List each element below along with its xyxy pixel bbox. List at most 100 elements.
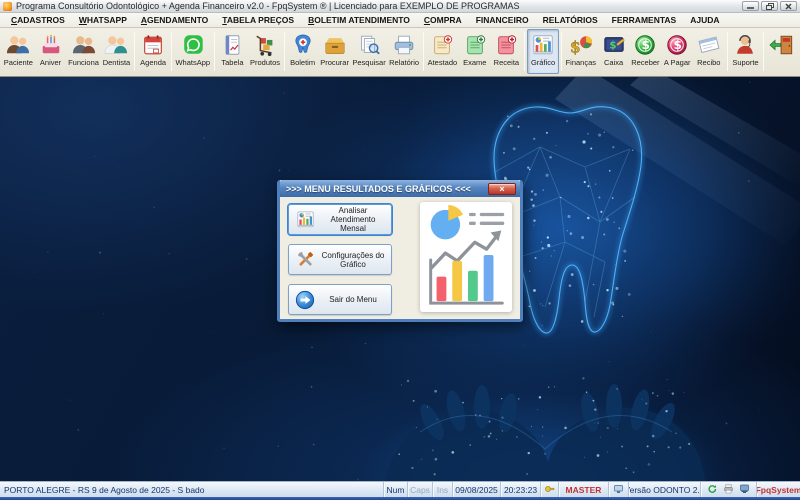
toolbar-button-funcionarios[interactable]: Funciona xyxy=(66,29,100,74)
results-graphics-dialog: >>> MENU RESULTADOS E GRÁFICOS <<< × Ana… xyxy=(277,180,523,322)
price-table-icon xyxy=(218,31,246,58)
svg-text:$: $ xyxy=(674,38,682,52)
patients-icon xyxy=(4,31,32,58)
birthday-cake-icon xyxy=(37,31,65,58)
dialog-body: Analisar Atendimento Mensal Configuraçõe… xyxy=(280,197,520,319)
support-agent-icon xyxy=(731,31,759,58)
menu-tabela-precos[interactable]: TABELA PREÇOS xyxy=(215,14,301,26)
status-user: MASTER xyxy=(559,482,609,497)
toolbar-button-dentista[interactable]: Dentista xyxy=(101,29,133,74)
toolbar-button-paciente[interactable]: Paciente xyxy=(2,29,35,74)
app-logo-icon xyxy=(3,2,12,11)
status-bar: PORTO ALEGRE - RS 9 de Agosto de 2025 - … xyxy=(0,481,800,497)
dialog-titlebar[interactable]: >>> MENU RESULTADOS E GRÁFICOS <<< × xyxy=(280,180,520,197)
exam-note-icon xyxy=(461,31,489,58)
toolbar-button-procurar[interactable]: Procurar xyxy=(318,29,350,74)
svg-text:$: $ xyxy=(642,38,650,52)
svg-text:$: $ xyxy=(609,40,616,51)
toolbar-button-tabela[interactable]: Tabela xyxy=(217,29,249,74)
crossed-tools-icon xyxy=(292,249,318,270)
svg-text:$: $ xyxy=(570,37,581,56)
toolbar-button-boletim[interactable]: Boletim xyxy=(287,29,319,74)
toolbar-separator xyxy=(727,32,728,71)
toolbar-button-a-pagar[interactable]: $ A Pagar xyxy=(661,29,693,74)
app-window: Programa Consultório Odontológico + Agen… xyxy=(0,0,800,500)
receipt-icon xyxy=(695,31,723,58)
chart-settings-button[interactable]: Configurações do Gráfico xyxy=(288,244,392,275)
menu-ajuda[interactable]: AJUDA xyxy=(683,14,726,26)
toolbar: Paciente Aniver Funciona Dentista Agenda… xyxy=(0,28,800,77)
dialog-close-button[interactable]: × xyxy=(488,183,516,195)
dentist-icon xyxy=(102,31,130,58)
search-drawer-icon xyxy=(321,31,349,58)
toolbar-separator xyxy=(171,32,172,71)
status-numlock: Num xyxy=(384,482,408,497)
menu-compra[interactable]: COMPRA xyxy=(417,14,469,26)
toolbar-button-relatorio[interactable]: Relatório xyxy=(387,29,421,74)
toolbar-button-whatsapp[interactable]: WhatsApp xyxy=(174,29,212,74)
toolbar-separator xyxy=(423,32,424,71)
close-button[interactable] xyxy=(780,1,797,11)
status-location: PORTO ALEGRE - RS 9 de Agosto de 2025 - … xyxy=(0,482,384,497)
status-brand: FpqSystem xyxy=(757,482,800,497)
menu-bar: CADASTROS WHATSAPP AGENDAMENTO TABELA PR… xyxy=(0,13,800,28)
monitor-icon xyxy=(739,484,750,496)
menu-financeiro[interactable]: FINANCEIRO xyxy=(469,14,536,26)
toolbar-separator xyxy=(284,32,285,71)
status-tools-panel xyxy=(701,482,757,497)
tooth-bulletin-icon xyxy=(289,31,317,58)
calendar-icon xyxy=(139,31,167,58)
printer-icon xyxy=(723,484,734,496)
dialog-title: >>> MENU RESULTADOS E GRÁFICOS <<< xyxy=(286,184,488,194)
bar-chart-icon xyxy=(529,31,557,58)
mini-bar-chart-icon xyxy=(292,209,318,230)
prescription-note-icon xyxy=(492,31,520,58)
toolbar-button-exame[interactable]: Exame xyxy=(459,29,491,74)
toolbar-button-suporte[interactable]: Suporte xyxy=(730,29,762,74)
search-docs-icon xyxy=(355,31,383,58)
toolbar-button-grafico[interactable]: Gráfico xyxy=(527,29,559,74)
status-key-panel xyxy=(541,482,559,497)
status-pc-panel xyxy=(609,482,629,497)
exit-door-icon xyxy=(768,31,796,58)
menu-ferramentas[interactable]: FERRAMENTAS xyxy=(605,14,684,26)
status-version: Versão ODONTO 2.0 xyxy=(629,482,701,497)
menu-whatsapp[interactable]: WHATSAPP xyxy=(72,14,134,26)
chart-illustration xyxy=(420,202,512,312)
go-arrow-icon xyxy=(292,290,318,310)
menu-agendamento[interactable]: AGENDAMENTO xyxy=(134,14,215,26)
refresh-icon xyxy=(707,484,718,496)
toolbar-button-receita[interactable]: Receita xyxy=(491,29,523,74)
toolbar-separator xyxy=(214,32,215,71)
toolbar-button-atestado[interactable]: Atestado xyxy=(426,29,459,74)
toolbar-button-exit[interactable] xyxy=(766,29,798,74)
toolbar-button-agenda[interactable]: Agenda xyxy=(137,29,169,74)
toolbar-separator xyxy=(763,32,764,71)
desktop-background: >>> MENU RESULTADOS E GRÁFICOS <<< × Ana… xyxy=(0,77,800,481)
staff-icon xyxy=(70,31,98,58)
toolbar-button-pesquisar[interactable]: Pesquisar xyxy=(351,29,388,74)
toolbar-button-caixa[interactable]: $ Caixa xyxy=(598,29,630,74)
toolbar-button-aniver[interactable]: Aniver xyxy=(35,29,67,74)
minimize-button[interactable] xyxy=(742,1,759,11)
products-cart-icon xyxy=(251,31,279,58)
menu-cadastros[interactable]: CADASTROS xyxy=(4,14,72,26)
exit-menu-button[interactable]: Sair do Menu xyxy=(288,284,392,315)
restore-button[interactable] xyxy=(761,1,778,11)
toolbar-button-produtos[interactable]: Produtos xyxy=(248,29,282,74)
cash-book-icon: $ xyxy=(600,31,628,58)
analyze-monthly-attendance-button[interactable]: Analisar Atendimento Mensal xyxy=(288,204,392,235)
receive-coin-icon: $ xyxy=(631,31,659,58)
menu-relatorios[interactable]: RELATÓRIOS xyxy=(536,14,605,26)
toolbar-separator xyxy=(134,32,135,71)
window-title: Programa Consultório Odontológico + Agen… xyxy=(16,1,742,11)
computer-icon xyxy=(613,484,624,496)
toolbar-button-receber[interactable]: $ Receber xyxy=(629,29,661,74)
menu-boletim-atendimento[interactable]: BOLETIM ATENDIMENTO xyxy=(301,14,417,26)
status-date: 09/08/2025 xyxy=(453,482,501,497)
toolbar-button-recibo[interactable]: Recibo xyxy=(693,29,725,74)
finances-pie-icon: $ xyxy=(567,31,595,58)
toolbar-button-financas[interactable]: $ Finanças xyxy=(564,29,598,74)
status-capslock: Caps xyxy=(408,482,433,497)
status-insert: Ins xyxy=(433,482,453,497)
